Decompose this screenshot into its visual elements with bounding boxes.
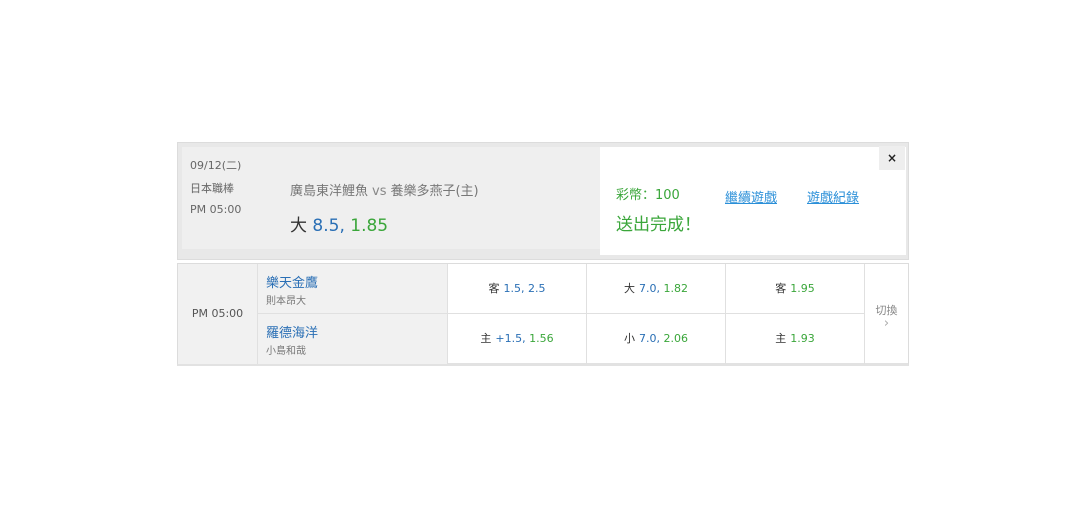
odds-value: 2.5 — [528, 282, 546, 295]
odds-moneyline-home[interactable]: 主 1.93 — [726, 314, 865, 364]
odds-spread-home[interactable]: 主 +1.5, 1.56 — [448, 314, 587, 364]
odds-value: 1.82 — [663, 282, 689, 295]
team-name: 羅德海洋 — [266, 326, 319, 341]
pick-label: 大 — [290, 216, 307, 236]
starting-pitcher: 則本昂大 — [266, 296, 306, 307]
vs-label: vs — [372, 184, 387, 199]
bet-widget: 09/12(二) 日本職棒 PM 05:00 廣島東洋鯉魚 vs 養樂多燕子(主) … — [177, 142, 909, 366]
submit-status: 送出完成！ — [616, 215, 701, 235]
odds-label: 客 — [488, 282, 500, 295]
coins-amount: 彩幣：100 — [616, 188, 680, 203]
away-team: 廣島東洋鯉魚 — [290, 184, 369, 199]
close-button[interactable]: × — [879, 146, 905, 170]
odds-line: 1.5, — [503, 282, 525, 295]
ticket-edge — [182, 243, 600, 249]
match-time: PM 05:00 — [190, 203, 242, 216]
team-row-away: 樂天金鷹 則本昂大 — [258, 264, 448, 314]
odds-total-under[interactable]: 小 7.0, 2.06 — [587, 314, 726, 364]
odds-value: 1.93 — [790, 332, 815, 345]
odds-line: +1.5, — [495, 332, 526, 345]
odds-moneyline-away[interactable]: 客 1.95 — [726, 264, 865, 314]
pick-odds: 1.85 — [350, 216, 389, 236]
odds-line: 7.0, — [639, 332, 660, 345]
game-history-link[interactable]: 遊戲紀錄 — [807, 187, 859, 206]
bet-confirmation-panel: 09/12(二) 日本職棒 PM 05:00 廣島東洋鯉魚 vs 養樂多燕子(主) … — [177, 142, 909, 260]
odds-table: PM 05:00 樂天金鷹 則本昂大 羅德海洋 小島和哉 客 1.5, 2.5 大… — [177, 263, 909, 366]
team-name: 樂天金鷹 — [266, 276, 319, 291]
odds-label: 主 — [775, 332, 787, 345]
pick-line: 8.5, — [312, 216, 345, 236]
odds-label: 客 — [775, 282, 787, 295]
selected-pick: 大 8.5, 1.85 — [290, 211, 388, 236]
odds-value: 2.06 — [663, 332, 689, 345]
odds-label: 小 — [624, 332, 635, 345]
continue-game-link[interactable]: 繼續遊戲 — [725, 187, 777, 206]
switch-button[interactable]: 切換 › — [865, 264, 908, 364]
game-time: PM 05:00 — [178, 264, 258, 364]
close-icon: × — [886, 151, 898, 165]
match-date: 09/12(二) — [190, 159, 242, 172]
matchup: 廣島東洋鯉魚 vs 養樂多燕子(主) — [290, 180, 479, 199]
result-area: 彩幣：100 送出完成！ 繼續遊戲 遊戲紀錄 — [600, 147, 906, 255]
chevron-right-icon: › — [883, 316, 890, 331]
odds-spread-away[interactable]: 客 1.5, 2.5 — [448, 264, 587, 314]
odds-total-over[interactable]: 大 7.0, 1.82 — [587, 264, 726, 314]
team-row-home: 羅德海洋 小島和哉 — [258, 314, 448, 364]
home-team: 養樂多燕子(主) — [390, 184, 479, 199]
league-name: 日本職棒 — [190, 182, 234, 195]
odds-label: 主 — [480, 332, 492, 345]
starting-pitcher: 小島和哉 — [266, 346, 306, 357]
odds-line: 7.0, — [639, 282, 660, 295]
odds-value: 1.56 — [529, 332, 554, 345]
odds-value: 1.95 — [790, 282, 815, 295]
odds-label: 大 — [624, 282, 635, 295]
ticket-area: 09/12(二) 日本職棒 PM 05:00 廣島東洋鯉魚 vs 養樂多燕子(主) … — [182, 147, 600, 249]
